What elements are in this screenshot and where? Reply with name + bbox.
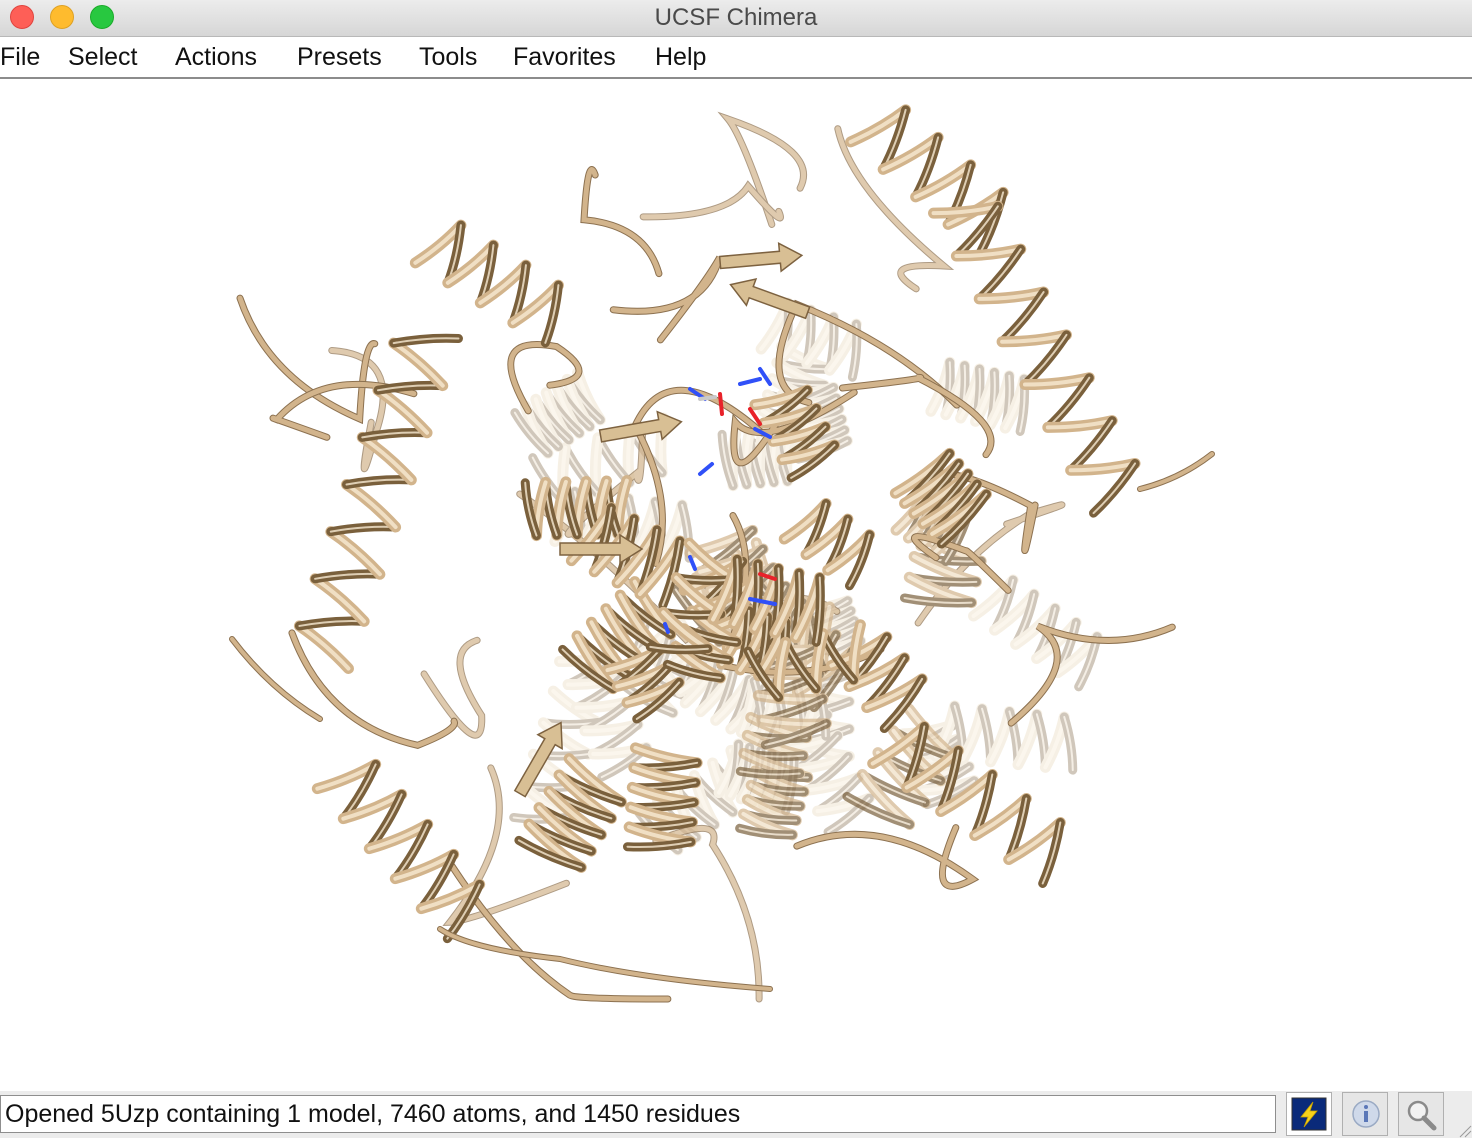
menu-help[interactable]: Help [655,43,706,72]
coil-ribbon [1008,623,1175,726]
helix-ribbon [968,574,1103,692]
resize-grip-icon[interactable] [1456,1122,1472,1138]
side-chain-stick [688,555,697,571]
beta-strand-arrow [718,242,804,273]
coil-ribbon [438,927,772,991]
helix-ribbon [928,200,1141,518]
helix-ribbon [409,219,564,348]
info-icon [1352,1100,1380,1128]
molecule-viewport[interactable] [0,79,1472,1091]
menu-file[interactable]: File [0,43,40,72]
title-bar[interactable]: UCSF Chimera [0,0,1472,37]
beta-strand-arrow [729,277,811,320]
coil-ribbon [653,825,762,1002]
window-title: UCSF Chimera [654,4,818,31]
info-button[interactable] [1342,1092,1388,1136]
lightning-button[interactable] [1286,1092,1332,1136]
coil-ribbon [794,825,978,889]
status-bar: Opened 5Uzp containing 1 model, 7460 ato… [0,1091,1472,1138]
status-message: Opened 5Uzp containing 1 model, 7460 ato… [0,1095,1276,1133]
magnifier-icon [1407,1100,1437,1131]
lightning-icon [1291,1097,1327,1131]
coil-ribbon [236,294,379,425]
protein-ribbon-structure[interactable] [0,79,1472,1091]
menu-bar: File Select Actions Presets Tools Favori… [0,37,1472,79]
chimera-window: UCSF Chimera File Select Actions Presets… [0,0,1472,1138]
menu-select[interactable]: Select [68,43,137,72]
side-chain-stick [698,395,717,401]
menu-presets[interactable]: Presets [297,43,382,72]
menu-favorites[interactable]: Favorites [513,43,616,72]
menu-tools[interactable]: Tools [419,43,477,72]
menu-actions[interactable]: Actions [175,43,257,72]
side-chain-stick [718,392,724,416]
coil-ribbon [237,295,378,423]
side-chain-stick [698,462,714,476]
search-button[interactable] [1398,1092,1444,1136]
coil-ribbon [609,255,724,344]
coil-ribbon [229,636,323,722]
coil-ribbon [581,167,662,277]
coil-ribbon [1137,451,1215,492]
coil-ribbon [437,926,773,992]
side-chain-stick [738,377,762,386]
side-chain-stick [663,622,670,634]
